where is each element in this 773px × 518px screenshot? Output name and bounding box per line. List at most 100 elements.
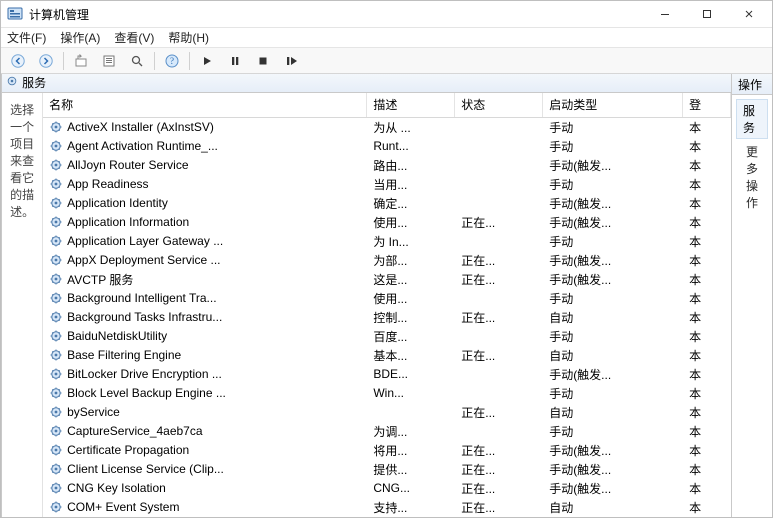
service-row[interactable]: ActiveX Installer (AxInstSV)为从 ...手动本 [43, 117, 730, 137]
service-name: byService [67, 405, 120, 419]
find-button[interactable] [124, 49, 150, 73]
service-startup: 手动 [543, 137, 683, 156]
col-startup[interactable]: 启动类型 [543, 93, 683, 118]
service-name: Background Tasks Infrastru... [67, 310, 222, 324]
service-desc: 为从 ... [367, 117, 455, 137]
service-status [455, 232, 543, 251]
service-gear-icon [49, 405, 63, 419]
properties-button[interactable] [96, 49, 122, 73]
service-row[interactable]: CaptureService_4aeb7ca为调...手动本 [43, 422, 730, 441]
minimize-button[interactable] [644, 1, 686, 27]
service-row[interactable]: AppX Deployment Service ...为部...正在...手动(… [43, 251, 730, 270]
service-desc [367, 403, 455, 422]
description-text: 选择一个项目来查看它的描述。 [10, 103, 34, 219]
forward-button[interactable] [33, 49, 59, 73]
stop-service-button[interactable] [250, 49, 276, 73]
col-name[interactable]: 名称 [43, 93, 367, 118]
service-row[interactable]: BaiduNetdiskUtility百度...手动本 [43, 327, 730, 346]
service-gear-icon [49, 500, 63, 514]
service-logon: 本 [683, 498, 731, 517]
service-desc: 百度... [367, 327, 455, 346]
back-button[interactable] [5, 49, 31, 73]
service-startup: 手动 [543, 422, 683, 441]
service-gear-icon [49, 139, 63, 153]
service-name: Application Identity [67, 196, 168, 210]
service-status: 正在... [455, 308, 543, 327]
pause-service-button[interactable] [222, 49, 248, 73]
service-desc: Runt... [367, 137, 455, 156]
close-button[interactable] [728, 1, 770, 27]
service-row[interactable]: Application Information使用...正在...手动(触发..… [43, 213, 730, 232]
service-name: Agent Activation Runtime_... [67, 139, 218, 153]
actions-subheader: 服务 [736, 99, 768, 139]
col-status[interactable]: 状态 [455, 93, 543, 118]
service-name: ActiveX Installer (AxInstSV) [67, 120, 214, 134]
service-name: CNG Key Isolation [67, 481, 166, 495]
service-row[interactable]: CNG Key IsolationCNG...正在...手动(触发...本 [43, 479, 730, 498]
action-more[interactable]: 更多操作 [732, 139, 772, 215]
service-row[interactable]: Block Level Backup Engine ...Win...手动本 [43, 384, 730, 403]
up-level-button[interactable] [68, 49, 94, 73]
service-startup: 手动 [543, 289, 683, 308]
service-name: BitLocker Drive Encryption ... [67, 367, 222, 381]
service-startup: 手动 [543, 232, 683, 251]
start-service-button[interactable] [194, 49, 220, 73]
service-desc: 为调... [367, 422, 455, 441]
service-gear-icon [49, 234, 63, 248]
service-row[interactable]: BitLocker Drive Encryption ...BDE...手动(触… [43, 365, 730, 384]
service-gear-icon [49, 443, 63, 457]
service-startup: 手动 [543, 327, 683, 346]
service-status [455, 117, 543, 137]
service-startup: 手动 [543, 175, 683, 194]
service-status [455, 384, 543, 403]
service-row[interactable]: Agent Activation Runtime_... Runt... 手动本 [43, 137, 730, 156]
service-gear-icon [49, 253, 63, 267]
service-name: Block Level Backup Engine ... [67, 386, 226, 400]
service-row[interactable]: Base Filtering Engine基本...正在...自动本 [43, 346, 730, 365]
col-logon[interactable]: 登 [683, 93, 731, 118]
service-status: 正在... [455, 460, 543, 479]
service-row[interactable]: COM+ Event System支持...正在...自动本 [43, 498, 730, 517]
service-logon: 本 [683, 365, 731, 384]
service-row[interactable]: Application Layer Gateway ...为 In...手动本 [43, 232, 730, 251]
menu-file[interactable]: 文件(F) [7, 29, 46, 46]
service-gear-icon [49, 481, 63, 495]
service-logon: 本 [683, 403, 731, 422]
service-desc: 路由... [367, 156, 455, 175]
service-desc: 支持... [367, 498, 455, 517]
service-row[interactable]: Background Intelligent Tra...使用...手动本 [43, 289, 730, 308]
service-startup: 手动(触发... [543, 251, 683, 270]
service-status [455, 422, 543, 441]
maximize-button[interactable] [686, 1, 728, 27]
service-gear-icon [49, 291, 63, 305]
service-startup: 手动 [543, 117, 683, 137]
service-row[interactable]: App Readiness当用...手动本 [43, 175, 730, 194]
service-startup: 自动 [543, 308, 683, 327]
service-row[interactable]: Client License Service (Clip...提供...正在..… [43, 460, 730, 479]
service-row[interactable]: Application Identity确定...手动(触发...本 [43, 194, 730, 213]
center-panel: 服务 选择一个项目来查看它的描述。 名称 描述 [2, 74, 732, 517]
service-logon: 本 [683, 137, 731, 156]
service-row[interactable]: byService正在...自动本 [43, 403, 730, 422]
service-row[interactable]: AllJoyn Router Service路由...手动(触发...本 [43, 156, 730, 175]
menu-help[interactable]: 帮助(H) [168, 29, 209, 46]
service-name: CaptureService_4aeb7ca [67, 424, 202, 438]
service-row[interactable]: Background Tasks Infrastru...控制...正在...自… [43, 308, 730, 327]
service-logon: 本 [683, 232, 731, 251]
service-row[interactable]: AVCTP 服务这是...正在...手动(触发...本 [43, 270, 730, 289]
service-startup: 手动(触发... [543, 441, 683, 460]
service-logon: 本 [683, 270, 731, 289]
help-button[interactable]: ? [159, 49, 185, 73]
service-gear-icon [49, 329, 63, 343]
actions-panel: 操作 服务 更多操作 [732, 74, 772, 517]
services-list[interactable]: 名称 描述 状态 启动类型 登 ActiveX Installer (AxIns… [43, 93, 731, 517]
service-logon: 本 [683, 384, 731, 403]
col-desc[interactable]: 描述 [367, 93, 455, 118]
titlebar: 计算机管理 [1, 1, 772, 28]
service-row[interactable]: Certificate Propagation将用...正在...手动(触发..… [43, 441, 730, 460]
service-gear-icon [49, 196, 63, 210]
menu-action[interactable]: 操作(A) [60, 29, 100, 46]
service-logon: 本 [683, 194, 731, 213]
menu-view[interactable]: 查看(V) [114, 29, 154, 46]
restart-service-button[interactable] [278, 49, 304, 73]
